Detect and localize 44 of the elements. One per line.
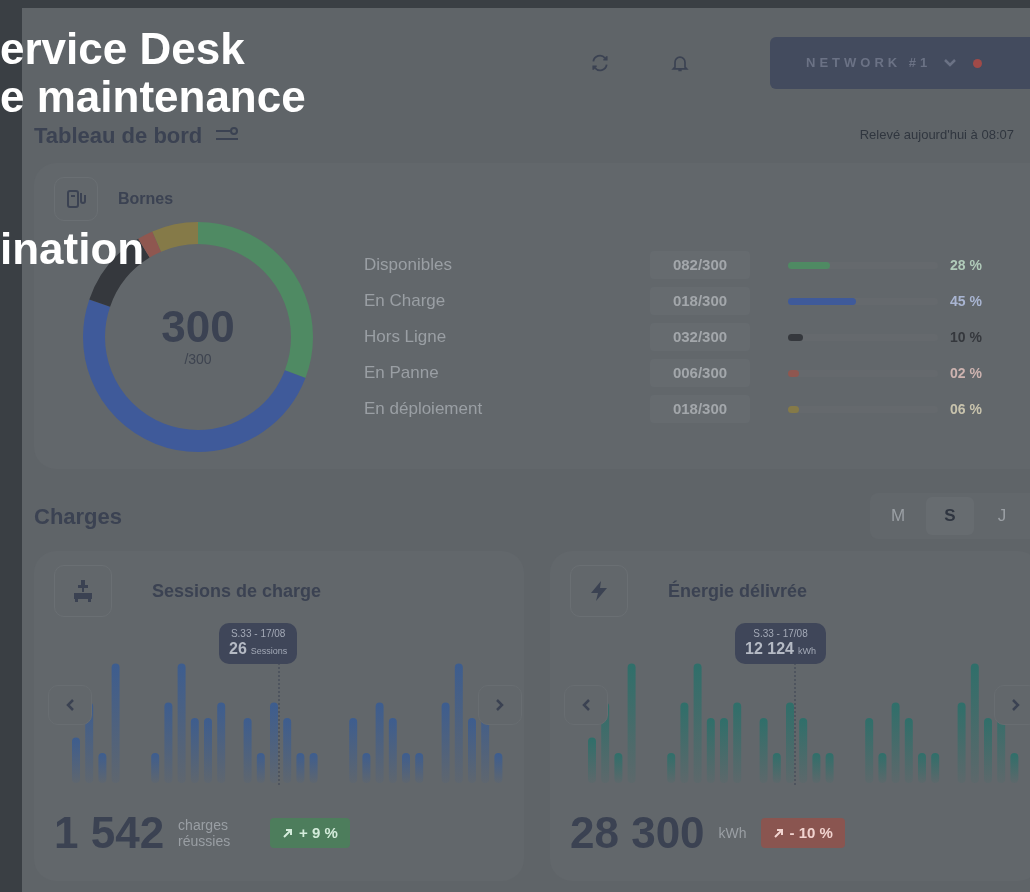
bell-icon[interactable] <box>670 53 690 73</box>
next-button[interactable] <box>994 685 1030 725</box>
status-count: 018/300 <box>650 287 750 315</box>
menu-item[interactable]: ervice Desk <box>0 26 306 72</box>
chevron-left-icon <box>581 698 591 712</box>
status-label: Hors Ligne <box>364 326 448 349</box>
trend-badge: - 10 % <box>760 818 845 848</box>
period-tab[interactable]: M <box>874 497 922 535</box>
status-label: Disponibles <box>364 254 453 277</box>
chevron-down-icon <box>943 58 958 68</box>
status-count: 006/300 <box>650 359 750 387</box>
tooltip-period: S.33 - 17/08 <box>753 628 808 640</box>
status-label: En déploiement <box>364 398 484 421</box>
charger-icon <box>54 177 98 221</box>
tooltip-period: S.33 - 17/08 <box>230 628 286 640</box>
tooltip-unit: kWh <box>797 645 816 658</box>
status-percent: 02 % <box>950 363 982 383</box>
status-count: 032/300 <box>650 323 750 351</box>
total-unit: kWh <box>718 823 747 843</box>
status-percent: 06 % <box>950 399 982 419</box>
menu-item[interactable]: ination <box>0 226 306 272</box>
charging-car-icon <box>54 565 112 617</box>
status-label: En Panne <box>364 362 440 385</box>
status-count: 018/300 <box>650 395 750 423</box>
status-label: En Charge <box>364 290 447 313</box>
status-count: 082/300 <box>650 251 750 279</box>
previous-button[interactable] <box>48 685 92 725</box>
period-tab[interactable]: S <box>926 497 974 535</box>
refresh-icon[interactable] <box>590 53 610 73</box>
tooltip-value: 12 124 <box>745 640 794 658</box>
period-tab[interactable]: J <box>978 497 1026 535</box>
status-percent: 45 % <box>950 291 982 311</box>
lightning-icon <box>570 565 628 617</box>
chevron-right-icon <box>1011 698 1021 712</box>
status-percent: 28 % <box>950 255 982 275</box>
trend-badge: + 9 % <box>270 818 350 848</box>
next-button[interactable] <box>478 685 522 725</box>
chevron-right-icon <box>495 698 505 712</box>
tooltip-value: 26 <box>229 640 247 658</box>
chevron-left-icon <box>65 698 75 712</box>
total-unit: charges réussies <box>178 817 232 849</box>
tooltip-unit: Sessions <box>250 645 288 658</box>
previous-button[interactable] <box>564 685 608 725</box>
menu-item[interactable]: e maintenance <box>0 74 306 120</box>
